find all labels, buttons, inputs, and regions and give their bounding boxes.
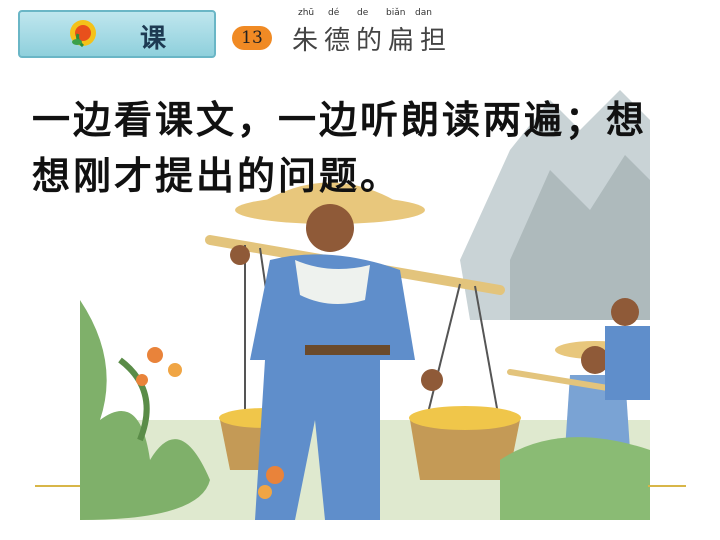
pinyin-5: dan (415, 8, 432, 18)
pinyin-2: dé (328, 8, 340, 18)
lesson-tab: 课文 (18, 10, 216, 91)
lesson-title: 朱德的扁担 (292, 26, 453, 56)
instruction-text: 一边看课文，一边听朗读两遍；想想刚才提出的问题。 (32, 98, 648, 198)
flower-icon (70, 20, 96, 48)
pinyin-1: zhū (298, 8, 315, 18)
lesson-number-badge: 13 (232, 26, 272, 50)
pinyin-4: biǎn (386, 8, 406, 18)
pinyin-3: de (357, 8, 369, 18)
decorative-rule-right (648, 485, 686, 487)
decorative-rule-left (35, 485, 80, 487)
